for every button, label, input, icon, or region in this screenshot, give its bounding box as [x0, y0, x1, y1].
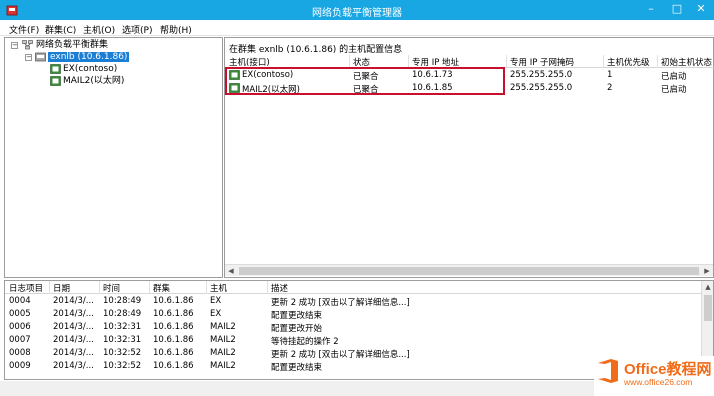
column-header[interactable]: 主机 [210, 282, 227, 294]
log-id: 0006 [9, 322, 31, 332]
host-icon [50, 64, 61, 74]
host-priority: 1 [607, 70, 613, 80]
host-initial-state: 已启动 [661, 85, 687, 95]
menu-cluster[interactable]: 群集(C) [45, 23, 76, 36]
maximize-icon[interactable]: □ [664, 0, 690, 20]
scroll-thumb[interactable] [239, 267, 699, 275]
host-mask: 255.255.255.0 [510, 70, 573, 80]
highlight-box [225, 67, 505, 95]
log-date: 2014/3/... [53, 309, 94, 319]
column-header[interactable]: 时间 [103, 282, 120, 294]
log-cluster: 10.6.1.86 [153, 348, 194, 358]
watermark: Office教程网 www.office26.com [594, 356, 714, 396]
log-id: 0007 [9, 335, 31, 345]
log-description: 配置更改结束 [271, 363, 323, 373]
log-id: 0008 [9, 348, 31, 358]
log-description: 配置更改结束 [271, 311, 323, 321]
log-cluster: 10.6.1.86 [153, 361, 194, 371]
menu-host[interactable]: 主机(O) [83, 23, 115, 36]
tree-host-ex[interactable]: EX(contoso) [63, 63, 117, 75]
log-cluster: 10.6.1.86 [153, 309, 194, 319]
host-mask: 255.255.255.0 [510, 83, 573, 93]
log-date: 2014/3/... [53, 348, 94, 358]
cluster-tree: − 网络负载平衡群集 − exnlb (10.6.1.86) EX(contos… [4, 37, 223, 278]
log-host: MAIL2 [210, 322, 236, 332]
tree-collapse-cluster[interactable]: − [25, 54, 32, 61]
close-icon[interactable]: ✕ [688, 0, 714, 20]
log-table-header: 日志项目 日期 时间 群集 主机 描述 [5, 281, 702, 294]
host-initial-state: 已启动 [661, 72, 687, 82]
log-date: 2014/3/... [53, 335, 94, 345]
log-id: 0004 [9, 296, 31, 306]
horizontal-scrollbar[interactable]: ◀ ▶ [225, 264, 713, 276]
scroll-right-icon[interactable]: ▶ [701, 265, 713, 277]
cluster-icon [35, 52, 46, 62]
log-date: 2014/3/... [53, 322, 94, 332]
log-row[interactable]: 0005 2014/3/... 10:28:49 10.6.1.86 EX 配置… [5, 308, 702, 321]
host-config-heading: 在群集 exnlb (10.6.1.86) 的主机配置信息 [229, 45, 403, 55]
column-header[interactable]: 专用 IP 子网掩码 [510, 56, 574, 68]
log-row[interactable]: 0004 2014/3/... 10:28:49 10.6.1.86 EX 更新… [5, 295, 702, 308]
menu-help[interactable]: 帮助(H) [160, 23, 192, 36]
column-header[interactable]: 描述 [271, 282, 288, 294]
log-row[interactable]: 0007 2014/3/... 10:32:31 10.6.1.86 MAIL2… [5, 334, 702, 347]
log-time: 10:32:52 [103, 348, 142, 358]
host-priority: 2 [607, 83, 613, 93]
log-time: 10:32:31 [103, 335, 142, 345]
minimize-icon[interactable]: – [638, 0, 664, 20]
log-host: EX [210, 296, 222, 306]
menu-bar: 文件(F) 群集(C) 主机(O) 选项(P) 帮助(H) [0, 20, 714, 36]
scroll-thumb[interactable] [704, 295, 712, 321]
log-host: MAIL2 [210, 348, 236, 358]
log-time: 10:32:31 [103, 322, 142, 332]
log-id: 0005 [9, 309, 31, 319]
menu-options[interactable]: 选项(P) [122, 23, 152, 36]
column-header[interactable]: 日期 [53, 282, 70, 294]
tree-cluster-node[interactable]: exnlb (10.6.1.86) [48, 51, 130, 63]
log-description: 更新 2 成功 [双击以了解详细信息...] [271, 350, 410, 360]
log-cluster: 10.6.1.86 [153, 335, 194, 345]
title-bar: 网络负载平衡管理器 – □ ✕ [0, 0, 714, 20]
log-description: 等待挂起的操作 2 [271, 337, 339, 347]
scroll-up-icon[interactable]: ▲ [702, 281, 714, 293]
log-time: 10:32:52 [103, 361, 142, 371]
log-date: 2014/3/... [53, 296, 94, 306]
host-icon [50, 76, 61, 86]
log-cluster: 10.6.1.86 [153, 322, 194, 332]
tree-cluster-label: exnlb (10.6.1.86) [48, 52, 130, 62]
log-host: EX [210, 309, 222, 319]
menu-file[interactable]: 文件(F) [9, 23, 39, 36]
tree-collapse-root[interactable]: − [11, 42, 18, 49]
window-title: 网络负载平衡管理器 [312, 8, 402, 19]
scroll-left-icon[interactable]: ◀ [225, 265, 237, 277]
tree-root-label[interactable]: 网络负载平衡群集 [36, 39, 108, 51]
log-host: MAIL2 [210, 335, 236, 345]
column-header[interactable]: 群集 [153, 282, 170, 294]
log-date: 2014/3/... [53, 361, 94, 371]
column-header[interactable]: 主机优先级 [607, 56, 650, 68]
tree-host-mail2[interactable]: MAIL2(以太网) [63, 75, 124, 87]
log-host: MAIL2 [210, 361, 236, 371]
log-description: 配置更改开始 [271, 324, 323, 334]
log-time: 10:28:49 [103, 309, 142, 319]
log-id: 0009 [9, 361, 31, 371]
watermark-name: Office教程网 [624, 361, 712, 378]
log-time: 10:28:49 [103, 296, 142, 306]
log-cluster: 10.6.1.86 [153, 296, 194, 306]
column-header[interactable]: 初始主机状态 [661, 56, 712, 68]
log-row[interactable]: 0006 2014/3/... 10:32:31 10.6.1.86 MAIL2… [5, 321, 702, 334]
cluster-tree-icon [22, 40, 33, 50]
watermark-url: www.office26.com [624, 377, 693, 387]
log-description: 更新 2 成功 [双击以了解详细信息...] [271, 298, 410, 308]
office-logo-icon [598, 359, 618, 383]
column-header[interactable]: 日志项目 [9, 282, 43, 294]
